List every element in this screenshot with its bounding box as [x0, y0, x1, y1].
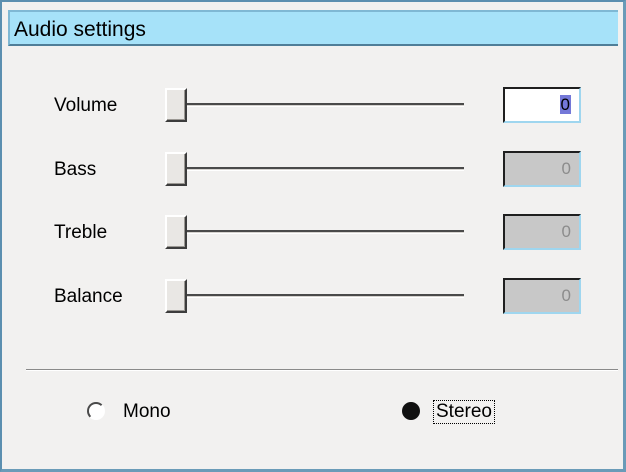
volume-value-text: 0: [559, 95, 571, 114]
balance-value-text: 0: [561, 286, 571, 305]
treble-slider-track[interactable]: [166, 230, 464, 234]
audio-settings-window: Audio settings Volume 0 Bass 0 Treble 0 …: [0, 0, 626, 472]
balance-slider-track[interactable]: [166, 294, 464, 298]
treble-label: Treble: [54, 222, 108, 243]
bass-slider-track[interactable]: [166, 167, 464, 171]
balance-slider-thumb[interactable]: [165, 279, 187, 313]
treble-value-field: 0: [503, 214, 581, 250]
mono-radio-label[interactable]: Mono: [123, 401, 171, 423]
treble-value-text: 0: [561, 222, 571, 241]
bass-value-field: 0: [503, 151, 581, 187]
balance-label: Balance: [54, 286, 123, 307]
bass-value-text: 0: [561, 159, 571, 178]
treble-slider-thumb[interactable]: [165, 215, 187, 249]
bass-label: Bass: [54, 159, 97, 180]
balance-value-field: 0: [503, 278, 581, 314]
stereo-radio-button[interactable]: [402, 402, 420, 420]
volume-label: Volume: [54, 95, 118, 116]
separator-line: [26, 369, 618, 371]
bass-slider-thumb[interactable]: [165, 152, 187, 186]
volume-slider-track[interactable]: [166, 103, 464, 107]
volume-slider-thumb[interactable]: [165, 88, 187, 122]
window-title: Audio settings: [14, 18, 146, 41]
title-bar: Audio settings: [8, 10, 618, 46]
mono-radio-button[interactable]: [87, 402, 105, 420]
stereo-radio-label[interactable]: Stereo: [433, 400, 495, 424]
volume-value-field[interactable]: 0: [503, 87, 581, 123]
